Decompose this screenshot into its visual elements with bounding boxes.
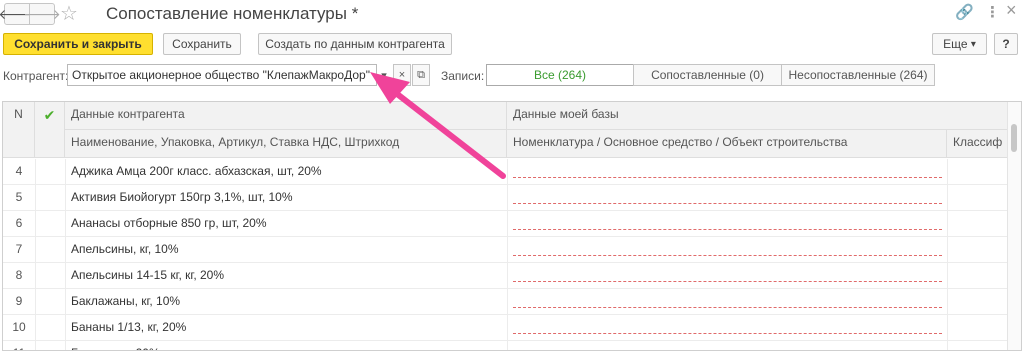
annotation-arrow xyxy=(370,72,506,179)
